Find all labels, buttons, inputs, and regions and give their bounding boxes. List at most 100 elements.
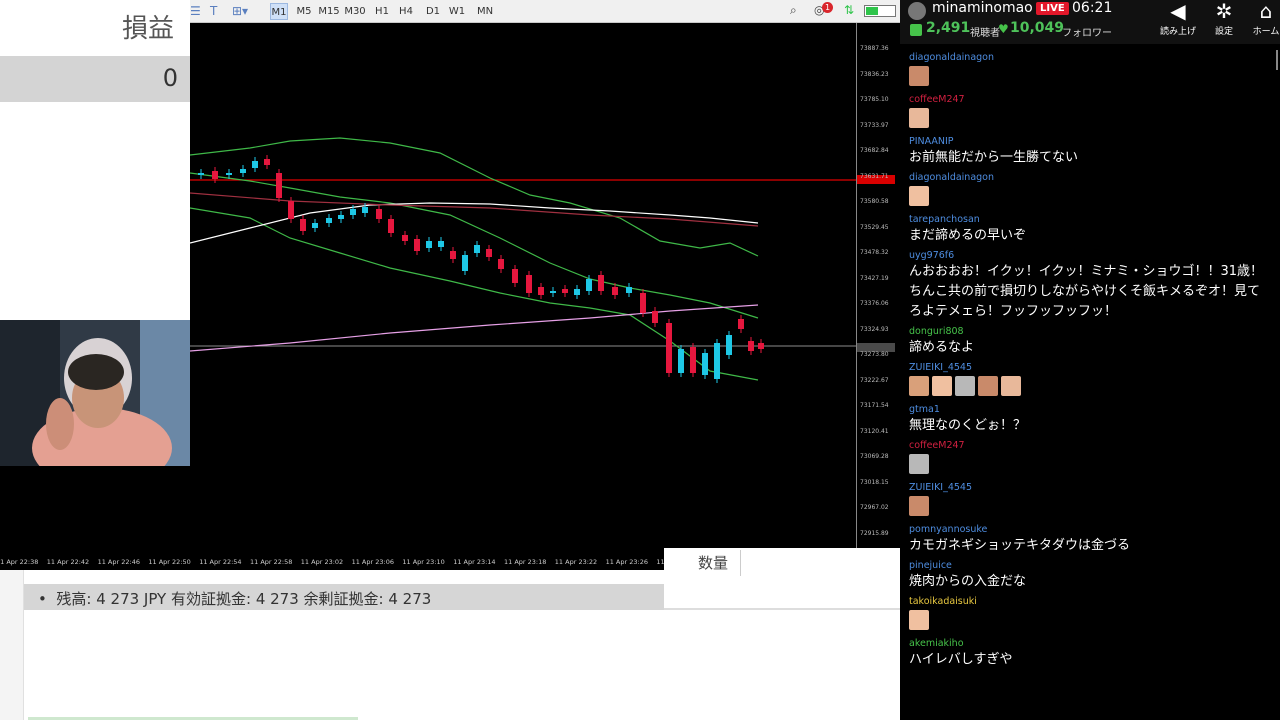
candle-body <box>666 323 672 373</box>
chat-text: 無理なのくどぉ！？ <box>909 418 1027 433</box>
chat-message[interactable]: uyg976f6 んおおおお！イクッ！イクッ！ミナミ・ショウゴ！！31歳！ちんこ共… <box>900 248 1272 324</box>
time-tick-label: 11 Apr 23:10 <box>402 558 445 566</box>
chat-message[interactable]: ZUIEIKI_4545 <box>900 480 1272 522</box>
candle-body <box>240 169 246 173</box>
stamp-row <box>909 608 1264 634</box>
price-tick-label: 72915.89 <box>860 529 889 537</box>
timeframe-m30[interactable]: M30 <box>344 3 366 20</box>
chat-scrollbar[interactable] <box>1276 50 1278 70</box>
candle-body <box>612 287 618 295</box>
chat-header: minaminomao LIVE 06:21 2,491 視聴者 ♥ 10,04… <box>900 0 1280 44</box>
price-tick-label: 73682.84 <box>860 147 889 154</box>
chat-username[interactable]: pinejuice <box>909 560 1264 572</box>
chat-username[interactable]: coffeeM247 <box>909 94 1264 106</box>
chat-username[interactable]: coffeeM247 <box>909 440 1264 452</box>
chat-text: カモガネギショッテキタダウは金づる <box>909 538 1131 553</box>
timeframe-d1[interactable]: D1 <box>424 3 442 20</box>
chat-message[interactable]: gtma1 無理なのくどぉ！？ <box>900 402 1272 438</box>
chat-username[interactable]: takoikadaisuki <box>909 596 1264 608</box>
balance-row[interactable]: • 残高: 4 273 JPY 有効証拠金: 4 273 余剰証拠金: 4 27… <box>24 584 664 610</box>
candle-body <box>714 343 720 379</box>
timeframe-m15[interactable]: M15 <box>318 3 340 20</box>
candle-body <box>748 341 754 351</box>
chat-message[interactable]: pomnyannosuke カモガネギショッテキタダウは金づる <box>900 522 1272 558</box>
time-tick-label: 11 Apr 22:46 <box>97 558 140 566</box>
chat-username[interactable]: PINAANIP <box>909 136 1264 148</box>
candlestick-chart[interactable] <box>189 23 856 550</box>
candle-body <box>326 218 332 223</box>
follower-label: フォロワー <box>1062 28 1112 39</box>
timeframe-m5[interactable]: M5 <box>294 3 314 20</box>
time-axis: 11 Apr 22:38 11 Apr 22:42 11 Apr 22:46 11 A… <box>0 550 675 570</box>
price-tick-label: 73478.32 <box>860 249 889 256</box>
search-icon[interactable]: ⌕ <box>790 3 797 18</box>
chat-message[interactable]: PINAANIP お前無能だから一生勝てない <box>900 134 1272 170</box>
channel-username[interactable]: minaminomao <box>932 0 1033 16</box>
price-tick-label: 73120.41 <box>860 427 889 435</box>
chat-username[interactable]: diagonaldainagon <box>909 172 1264 184</box>
timeframe-w1[interactable]: W1 <box>448 3 466 20</box>
candle-body <box>598 275 604 291</box>
chat-username[interactable]: ZUIEIKI_4545 <box>909 362 1264 374</box>
price-axis: 73887.36 73836.23 73785.10 73733.97 73682.84… <box>856 23 900 550</box>
chat-message[interactable]: akemiakiho ハイレバしすぎや <box>900 636 1272 672</box>
stamp-icon <box>909 610 929 630</box>
avatar[interactable] <box>908 2 926 20</box>
balance-text: • 残高: 4 273 JPY 有効証拠金: 4 273 余剰証拠金: 4 27… <box>38 590 432 608</box>
chat-message[interactable]: coffeeM247 <box>900 438 1272 480</box>
chat-message[interactable]: takoikadaisuki <box>900 594 1272 636</box>
chat-username[interactable]: akemiakiho <box>909 638 1264 650</box>
time-tick-label: 11 Apr 23:22 <box>554 558 598 566</box>
candle-body <box>300 219 306 231</box>
chat-text: 諦めるなよ <box>909 340 975 355</box>
text-tool-icon[interactable]: T <box>210 4 217 18</box>
pink-average-line <box>189 304 759 352</box>
notification-badge: 1 <box>822 2 833 13</box>
timeframe-mn[interactable]: MN <box>474 3 496 20</box>
chat-username[interactable]: ZUIEIKI_4545 <box>909 482 1264 494</box>
chat-message[interactable]: donguri808 諦めるなよ <box>900 324 1272 360</box>
candle-body <box>690 347 696 373</box>
shapes-icon[interactable]: ⊞▾ <box>232 4 248 18</box>
chat-message[interactable]: diagonaldainagon <box>900 50 1272 92</box>
stamp-icon <box>909 186 929 206</box>
candle-body <box>276 173 282 198</box>
quantity-label: 数量 <box>698 554 729 572</box>
candle-body <box>438 241 444 247</box>
chat-username[interactable]: diagonaldainagon <box>909 52 1264 64</box>
chat-username[interactable]: pomnyannosuke <box>909 524 1264 536</box>
trade-panel-sidebar <box>0 570 24 720</box>
stamp-icon <box>909 496 929 516</box>
chat-message[interactable]: tarepanchosan まだ諦めるの早いぞ <box>900 212 1272 248</box>
chat-message[interactable]: ZUIEIKI_4545 <box>900 360 1272 402</box>
chat-message[interactable]: diagonaldainagon <box>900 170 1272 212</box>
chat-username[interactable]: tarepanchosan <box>909 214 1264 226</box>
timeframe-h1[interactable]: H1 <box>373 3 391 20</box>
stamp-icon <box>909 454 929 474</box>
chat-username[interactable]: uyg976f6 <box>909 250 1264 262</box>
price-chart[interactable] <box>189 23 856 550</box>
price-tick-label: 73273.80 <box>860 351 889 358</box>
price-tick-label: 73836.23 <box>860 70 889 78</box>
chat-username[interactable]: gtma1 <box>909 404 1264 416</box>
candle-body <box>574 289 580 295</box>
balance-value: 残高: 4 273 JPY 有効証拠金: 4 273 余剰証拠金: 4 273 <box>56 590 432 608</box>
read-aloud-button[interactable]: ◀ 読み上げ <box>1152 0 1204 40</box>
timeframe-m1[interactable]: M1 <box>270 3 288 20</box>
candle-body <box>474 245 480 253</box>
chat-message-list[interactable]: diagonaldainagon coffeeM247 PINAANIP お前無能だか… <box>900 50 1272 672</box>
slow-average-line <box>189 192 759 227</box>
candle-body <box>388 219 394 233</box>
list-icon[interactable]: ☰ <box>190 4 201 18</box>
chat-message[interactable]: pinejuice 焼肉からの入金だな <box>900 558 1272 594</box>
candle-body <box>550 291 556 293</box>
price-tick-label: 73376.06 <box>860 300 889 307</box>
chat-username[interactable]: donguri808 <box>909 326 1264 338</box>
chat-message[interactable]: coffeeM247 <box>900 92 1272 134</box>
candle-body <box>526 275 532 293</box>
candle-body <box>450 251 456 259</box>
time-tick-label: 11 Apr 22:42 <box>46 558 90 566</box>
home-button[interactable]: ⌂ ホーム <box>1240 0 1280 40</box>
timeframe-h4[interactable]: H4 <box>397 3 415 20</box>
candle-body <box>640 293 646 313</box>
